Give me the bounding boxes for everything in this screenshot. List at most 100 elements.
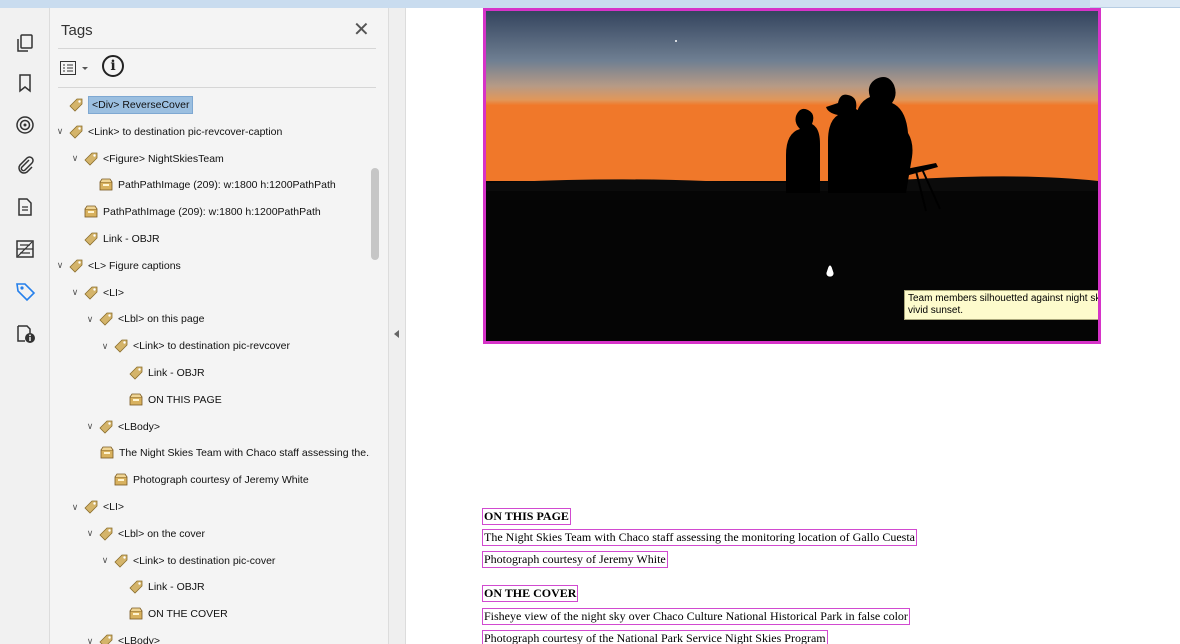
divider [58, 48, 376, 49]
tree-row-label: <LI> [103, 501, 125, 513]
options-list-icon [60, 61, 76, 75]
tag-icon [113, 338, 129, 354]
tree-row[interactable]: ∨ <Lbl> on the cover [50, 521, 370, 547]
tree-row[interactable]: ∨ <Link> to destination pic-cover [50, 548, 370, 574]
tree-row-label: Link - OBJR [148, 367, 205, 379]
content-icon [98, 177, 114, 193]
tag-icon [83, 151, 99, 167]
tree-row[interactable]: ∨ <LI> [50, 280, 370, 306]
tree-row[interactable]: <Div> ReverseCover [50, 92, 370, 118]
tree-row-label: PathPathImage (209): w:1800 h:1200PathPa… [118, 179, 336, 192]
tag-icon [83, 499, 99, 515]
tag-icon [68, 124, 84, 140]
tree-row-label: <L> Figure captions [88, 259, 181, 272]
caption-line[interactable]: The Night Skies Team with Chaco staff as… [482, 529, 917, 546]
tree-row[interactable]: PathPathImage (209): w:1800 h:1200PathPa… [50, 199, 370, 225]
tags-icon[interactable] [12, 278, 38, 304]
chevron-down-icon[interactable]: ∨ [84, 314, 96, 325]
bookmark-icon[interactable] [12, 70, 38, 96]
tree-row-label: <LBody> [118, 420, 161, 433]
accessibility-icon[interactable] [12, 320, 38, 346]
tag-icon [68, 258, 84, 274]
tag-icon [98, 526, 114, 542]
collapse-arrow-icon[interactable] [394, 330, 399, 338]
tag-icon [128, 365, 144, 381]
tree-row[interactable]: Link - OBJR [50, 360, 370, 386]
tree-row[interactable]: Link - OBJR [50, 226, 370, 252]
tree-row-label: <Lbl> on this page [118, 313, 205, 326]
content-icon [128, 606, 144, 622]
chevron-down-icon[interactable]: ∨ [54, 126, 66, 137]
chevron-down-icon [82, 67, 88, 70]
content-icon [83, 204, 99, 220]
credit-line[interactable]: Photograph courtesy of the National Park… [482, 630, 828, 644]
tag-icon [98, 633, 114, 644]
tag-icon [98, 419, 114, 435]
tag-icon [83, 285, 99, 301]
chevron-down-icon[interactable]: ∨ [84, 636, 96, 644]
tree-row-label: <Link> to destination pic-revcover [133, 340, 291, 353]
navigation-rail [0, 8, 50, 644]
tree-row-label: <Link> to destination pic-cover [133, 554, 276, 567]
heading-on-the-cover[interactable]: ON THE COVER [482, 585, 579, 602]
tree-row-label: The Night Skies Team with Chaco staff as… [119, 447, 370, 460]
info-icon[interactable]: i [102, 55, 124, 77]
document-icon[interactable] [12, 194, 38, 220]
tree-row-label: <Link> to destination pic-revcover-capti… [88, 125, 283, 138]
tree-row-label: Photograph courtesy of Jeremy White [133, 474, 309, 487]
tree-row-label: <Figure> NightSkiesTeam [103, 152, 224, 165]
tree-row[interactable]: ON THE COVER [50, 601, 370, 627]
chevron-down-icon[interactable]: ∨ [69, 287, 81, 298]
close-icon[interactable]: ✕ [353, 20, 370, 40]
tags-tree: <Div> ReverseCover ∨ <Link> to destination… [50, 88, 370, 644]
pages-icon[interactable] [12, 30, 38, 56]
chevron-down-icon[interactable]: ∨ [69, 153, 81, 164]
tree-row[interactable]: Link - OBJR [50, 574, 370, 600]
tree-row[interactable]: ∨ <Figure> NightSkiesTeam [50, 146, 370, 172]
tree-row[interactable]: PathPathImage (209): w:1800 h:1200PathPa… [50, 172, 370, 198]
panel-splitter[interactable] [388, 8, 406, 644]
caption-line[interactable]: Fisheye view of the night sky over Chaco… [482, 608, 910, 625]
tree-row[interactable]: ∨ <Link> to destination pic-revcover [50, 333, 370, 359]
tree-row[interactable]: ∨ <Lbl> on this page [50, 306, 370, 332]
chevron-down-icon[interactable]: ∨ [84, 421, 96, 432]
tree-row[interactable]: ∨ <L> Figure captions [50, 253, 370, 279]
content-icon [113, 472, 129, 488]
alt-text-tooltip: Team members silhouetted against night s… [904, 290, 1098, 320]
attachments-icon[interactable] [12, 152, 38, 178]
document-page: Team members silhouetted against night s… [406, 8, 1180, 644]
chevron-down-icon[interactable]: ∨ [69, 502, 81, 513]
credit-line[interactable]: Photograph courtesy of Jeremy White [482, 551, 668, 568]
tree-row-label: ON THE COVER [148, 608, 228, 621]
tree-row[interactable]: ∨ <Link> to destination pic-revcover-capt… [50, 119, 370, 145]
heading-on-this-page[interactable]: ON THIS PAGE [482, 508, 571, 525]
tag-icon [83, 231, 99, 247]
chevron-down-icon[interactable]: ∨ [84, 528, 96, 539]
tree-row-label: PathPathImage (209): w:1800 h:1200PathPa… [103, 206, 321, 219]
tree-row[interactable]: The Night Skies Team with Chaco staff as… [50, 440, 370, 466]
options-menu-button[interactable] [60, 58, 100, 78]
tags-panel: Tags ✕ i <Div> ReverseCover ∨ <Link> to de… [50, 8, 388, 644]
figure-night-skies-team[interactable]: Team members silhouetted against night s… [483, 8, 1101, 344]
scrollbar-thumb[interactable] [371, 168, 379, 260]
tree-row[interactable]: ON THIS PAGE [50, 387, 370, 413]
tree-row[interactable]: Photograph courtesy of Jeremy White [50, 467, 370, 493]
tree-row-label: <LBody> [118, 635, 161, 644]
top-toolbar-field [1090, 0, 1180, 8]
tag-icon [98, 311, 114, 327]
tag-icon [113, 553, 129, 569]
tree-row-label: ON THIS PAGE [148, 393, 222, 406]
chevron-down-icon[interactable]: ∨ [99, 555, 111, 566]
content-icon[interactable] [12, 236, 38, 262]
top-toolbar-edge [0, 0, 1180, 8]
content-icon [128, 392, 144, 408]
tree-row[interactable]: ∨ <LI> [50, 494, 370, 520]
chevron-down-icon[interactable]: ∨ [54, 260, 66, 271]
destinations-icon[interactable] [12, 112, 38, 138]
tree-row[interactable]: ∨ <LBody> [50, 628, 370, 644]
tree-row-label: Link - OBJR [148, 581, 205, 594]
tree-row[interactable]: ∨ <LBody> [50, 414, 370, 440]
tree-row-label: Link - OBJR [103, 233, 160, 245]
chevron-down-icon[interactable]: ∨ [99, 341, 111, 352]
panel-title: Tags [61, 22, 93, 39]
